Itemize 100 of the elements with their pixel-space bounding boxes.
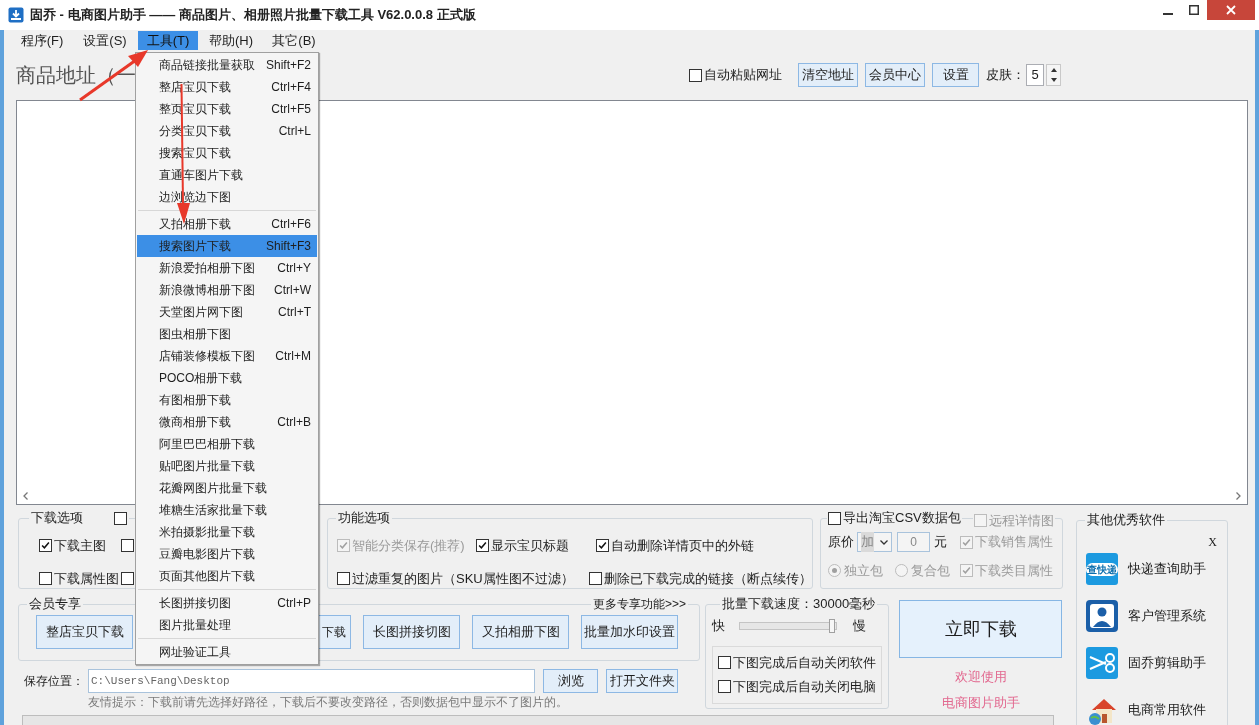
- button[interactable]: 批量加水印设置: [581, 615, 678, 649]
- menu-option[interactable]: 贴吧图片批量下载: [137, 455, 317, 477]
- window-title: 固乔 - 电商图片助手 —— 商品图片、相册照片批量下载工具 V62.0.0.8 正式版: [30, 6, 476, 25]
- scroll-left-icon: [23, 491, 28, 500]
- checkbox-label: 下载主图: [54, 537, 106, 555]
- shortcut-text: Ctrl+W: [274, 282, 311, 299]
- checkbox[interactable]: [121, 571, 134, 585]
- checkbox-label: 自动删除详情页中的外链: [611, 537, 754, 555]
- checkbox[interactable]: [689, 68, 702, 82]
- radio-label: 复合包: [911, 562, 950, 580]
- more-features-link[interactable]: 更多专享功能>>>: [590, 597, 688, 611]
- menu-option[interactable]: 米拍摄影批量下载: [137, 521, 317, 543]
- menu-option[interactable]: 图虫相册下图: [137, 323, 317, 345]
- close-button[interactable]: X: [1208, 533, 1217, 551]
- group-title: 会员专享: [28, 597, 82, 611]
- checkbox[interactable]: [476, 539, 489, 553]
- menu-item[interactable]: 帮助(H): [201, 30, 261, 50]
- checkbox[interactable]: [39, 571, 52, 585]
- menu-option[interactable]: 又拍相册下载 Ctrl+F6: [137, 213, 317, 235]
- menu-option[interactable]: 新浪微博相册下图 Ctrl+W: [137, 279, 317, 301]
- shortcut-text: Shift+F3: [265, 238, 311, 255]
- close-button[interactable]: [1207, 0, 1255, 20]
- radio-button[interactable]: [828, 564, 841, 578]
- checkbox[interactable]: [121, 539, 134, 553]
- minimize-icon: [1163, 13, 1173, 15]
- menu-option[interactable]: 微商相册下载 Ctrl+B: [137, 411, 317, 433]
- menu-option[interactable]: 长图拼接切图 Ctrl+P: [137, 592, 317, 614]
- checkbox[interactable]: [718, 680, 731, 694]
- menu-option-label: 有图相册下载: [159, 392, 231, 409]
- checkbox[interactable]: [337, 571, 350, 585]
- checkbox-label: 过滤重复的图片（SKU属性图不过滤）: [352, 569, 574, 588]
- button[interactable]: 打开文件夹: [606, 669, 678, 693]
- menu-item[interactable]: 其它(B): [264, 30, 324, 50]
- button[interactable]: 会员中心: [865, 63, 925, 87]
- menu-option-label: 商品链接批量获取: [159, 57, 255, 74]
- shortcut-text: Ctrl+M: [275, 348, 311, 365]
- button[interactable]: 清空地址: [798, 63, 858, 87]
- menu-option[interactable]: 天堂图片网下图 Ctrl+T: [137, 301, 317, 323]
- menu-option[interactable]: 搜索图片下载 Shift+F3: [137, 235, 317, 257]
- button[interactable]: 整店宝贝下载: [36, 615, 133, 649]
- maximize-icon: [1189, 5, 1199, 15]
- menu-option[interactable]: 图片批量处理: [137, 614, 317, 636]
- menu-option-label: 贴吧图片批量下载: [159, 458, 255, 475]
- menu-option[interactable]: 阿里巴巴相册下载: [137, 433, 317, 455]
- welcome-text: 电商图片助手: [941, 693, 1020, 712]
- menu-item[interactable]: 设置(S): [75, 30, 135, 50]
- menu-option[interactable]: 边浏览边下图: [137, 186, 317, 208]
- download-now-button[interactable]: 立即下载: [899, 600, 1062, 658]
- menu-option[interactable]: 店铺装修模板下图 Ctrl+M: [137, 345, 317, 367]
- checkbox-label: 下载类目属性: [975, 562, 1053, 580]
- slider-thumb[interactable]: [829, 618, 836, 633]
- software-link[interactable]: 客户管理系统: [1128, 606, 1206, 626]
- checkbox[interactable]: [596, 539, 609, 553]
- close-icon: [1226, 5, 1236, 15]
- group-title: 功能选项: [337, 511, 391, 525]
- menu-option-label: POCO相册下载: [159, 370, 243, 387]
- spin-buttons[interactable]: [1046, 64, 1061, 86]
- chevron-down-icon: [880, 539, 888, 545]
- checkbox[interactable]: [828, 511, 841, 525]
- menu-option[interactable]: 豆瓣电影图片下载: [137, 543, 317, 565]
- software-link[interactable]: 电商常用软件: [1128, 700, 1206, 720]
- menu-option-label: 花瓣网图片批量下载: [159, 480, 267, 497]
- checkbox[interactable]: [589, 571, 602, 585]
- group-title: 下载选项: [31, 511, 83, 525]
- button[interactable]: 设置: [932, 63, 979, 87]
- menu-option-label: 豆瓣电影图片下载: [159, 546, 255, 563]
- menu-option-label: 图虫相册下图: [159, 326, 231, 343]
- menu-option-label: 堆糖生活家批量下载: [159, 502, 267, 519]
- shortcut-text: Ctrl+F5: [271, 101, 311, 118]
- menu-option[interactable]: 网址验证工具: [137, 641, 317, 663]
- menu-item[interactable]: 工具(T): [138, 30, 198, 50]
- path-field[interactable]: C:\Users\Fang\Desktop: [88, 669, 535, 693]
- skin-field[interactable]: 5: [1026, 64, 1044, 86]
- menu-option[interactable]: 新浪爱拍相册下图 Ctrl+Y: [137, 257, 317, 279]
- menu-option[interactable]: 有图相册下载: [137, 389, 317, 411]
- menu-option[interactable]: 堆糖生活家批量下载: [137, 499, 317, 521]
- price-label: 原价: [828, 533, 854, 552]
- group-title: 其他优秀软件: [1086, 513, 1166, 527]
- shortcut-text: Ctrl+F4: [271, 79, 311, 96]
- button[interactable]: 浏览: [543, 669, 598, 693]
- menu-item[interactable]: 程序(F): [12, 30, 72, 50]
- menu-option[interactable]: POCO相册下载: [137, 367, 317, 389]
- menu-option-label: 店铺装修模板下图: [159, 348, 255, 365]
- shortcut-text: Ctrl+T: [278, 304, 311, 321]
- button[interactable]: 长图拼接切图: [363, 615, 460, 649]
- checkbox[interactable]: [39, 539, 52, 553]
- checkbox[interactable]: [114, 511, 127, 525]
- software-link[interactable]: 快递查询助手: [1128, 559, 1206, 579]
- checkbox-label: 自动粘贴网址: [704, 66, 782, 85]
- software-link[interactable]: 固乔剪辑助手: [1128, 653, 1206, 673]
- menu-option[interactable]: 页面其他图片下载: [137, 565, 317, 587]
- radio-button[interactable]: [895, 564, 908, 578]
- checkbox[interactable]: [718, 655, 731, 669]
- menu-option[interactable]: 花瓣网图片批量下载: [137, 477, 317, 499]
- menu-option[interactable]: 商品链接批量获取 Shift+F2: [137, 54, 317, 76]
- down-arrow-icon: [1050, 78, 1057, 82]
- icon-badge-text: 查快递: [1086, 562, 1118, 576]
- slider-track[interactable]: [739, 621, 837, 630]
- button[interactable]: 又拍相册下图: [472, 615, 569, 649]
- checkbox-label: 导出淘宝CSV数据包: [843, 511, 961, 525]
